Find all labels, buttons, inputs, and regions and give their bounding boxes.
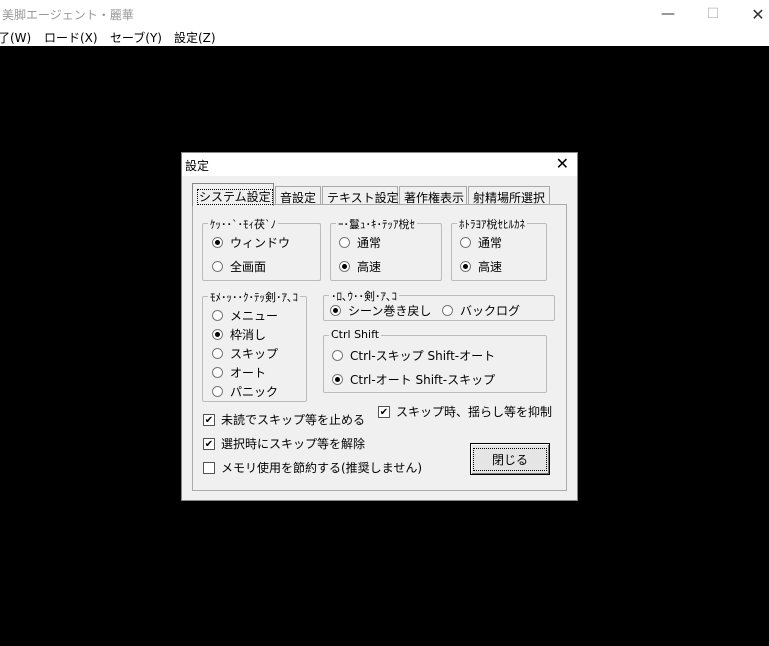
- group-speed-2-label: ﾎﾄﾗﾖｱ梲ｾﾋﾙｶﾈ: [457, 216, 527, 232]
- radio-indicator: [332, 350, 343, 361]
- radio-indicator: [212, 329, 223, 340]
- radio-backlog[interactable]: バックログ: [442, 302, 520, 319]
- dialog-title: 設定: [185, 159, 210, 173]
- radio-ctrl-skip-shift-auto[interactable]: Ctrl-スキップ Shift-オート: [332, 347, 495, 364]
- group-speed-2: ﾎﾄﾗﾖｱ梲ｾﾋﾙｶﾈ 通常 高速: [451, 216, 547, 281]
- checkbox-box: ✔: [203, 437, 215, 450]
- radio-indicator: [212, 261, 223, 272]
- radio-skip[interactable]: スキップ: [212, 345, 278, 362]
- radio-indicator: [212, 237, 223, 248]
- radio-indicator: [442, 305, 453, 316]
- group-ctrl-shift: Ctrl Shift Ctrl-スキップ Shift-オート Ctrl-オート …: [323, 328, 547, 393]
- menu-load[interactable]: ロード(X): [44, 29, 98, 46]
- check-cancel-on-choice[interactable]: ✔ 選択時にスキップ等を解除: [203, 435, 365, 452]
- radio-indicator: [212, 348, 223, 359]
- radio-ctrl-auto-shift-skip[interactable]: Ctrl-オート Shift-スキップ: [332, 371, 495, 388]
- radio-hide-frame[interactable]: 枠消し: [212, 326, 266, 343]
- window-titlebar: 美脚エージェント・麗華 — ☐ ✕: [0, 0, 769, 28]
- radio-speed2-normal[interactable]: 通常: [460, 234, 502, 251]
- window-title: 美脚エージェント・麗華: [2, 8, 134, 22]
- group-display-label: ｹｯ･･`･ﾓｨ茯`ﾉ: [208, 216, 278, 232]
- tab-text[interactable]: テキスト設定: [322, 186, 399, 205]
- radio-window[interactable]: ウィンドウ: [212, 234, 290, 251]
- group-right-click-label: ﾓﾒ･ｯ･･ｸ･ﾃｯ剣･ｱ､ｺ: [208, 289, 300, 305]
- radio-scene-rewind[interactable]: シーン巻き戻し: [330, 302, 431, 319]
- menu-save[interactable]: セーブ(Y): [110, 29, 162, 46]
- tab-ejaculation-place[interactable]: 射精場所選択: [468, 186, 550, 205]
- dialog-close-icon[interactable]: ✕: [556, 154, 569, 173]
- radio-indicator: [212, 367, 223, 378]
- radio-indicator: [330, 305, 341, 316]
- radio-indicator: [339, 237, 350, 248]
- menu-window[interactable]: 了(W): [0, 29, 31, 46]
- menu-bar: 了(W) ロード(X) セーブ(Y) 設定(Z): [0, 28, 769, 46]
- checkbox-box: [203, 461, 215, 474]
- menu-settings[interactable]: 設定(Z): [174, 29, 216, 46]
- group-display: ｹｯ･･`･ﾓｨ茯`ﾉ ウィンドウ 全画面: [202, 216, 321, 281]
- settings-dialog: 設定 ✕ システム設定 音設定 テキスト設定 著作権表示 射精場所選択 ｹｯ･･…: [181, 152, 578, 501]
- check-stop-at-unread[interactable]: ✔ 未読でスキップ等を止める: [203, 411, 365, 428]
- radio-fullscreen[interactable]: 全画面: [212, 258, 266, 275]
- tab-system[interactable]: システム設定: [192, 183, 274, 206]
- group-ctrl-shift-label: Ctrl Shift: [329, 328, 382, 341]
- radio-speed2-fast[interactable]: 高速: [460, 258, 502, 275]
- radio-indicator: [460, 261, 471, 272]
- window-close-button[interactable]: ✕: [735, 0, 769, 28]
- radio-indicator: [332, 374, 343, 385]
- radio-panic[interactable]: パニック: [212, 383, 278, 400]
- dialog-titlebar: 設定 ✕: [182, 153, 577, 176]
- radio-auto[interactable]: オート: [212, 364, 266, 381]
- radio-indicator: [339, 261, 350, 272]
- minimize-button[interactable]: —: [645, 0, 691, 28]
- radio-speed1-normal[interactable]: 通常: [339, 234, 381, 251]
- radio-indicator: [460, 237, 471, 248]
- radio-indicator: [212, 386, 223, 397]
- radio-speed1-fast[interactable]: 高速: [339, 258, 381, 275]
- maximize-button[interactable]: ☐: [690, 0, 736, 28]
- group-speed-1: ｰ･鬘ｭ･ｷ･ﾃｯｱ梲ｾ 通常 高速: [330, 216, 442, 281]
- tab-sound[interactable]: 音設定: [275, 186, 321, 205]
- group-right-click: ﾓﾒ･ｯ･･ｸ･ﾃｯ剣･ｱ､ｺ メニュー 枠消し スキップ オート パニック: [202, 289, 307, 402]
- check-suppress-shake[interactable]: ✔ スキップ時、揺らし等を抑制: [378, 403, 552, 420]
- group-wheel: ･ﾛ､ｳ･･剣･ｱ､ｺ シーン巻き戻し バックログ: [323, 288, 555, 321]
- group-speed-1-label: ｰ･鬘ｭ･ｷ･ﾃｯｱ梲ｾ: [336, 216, 417, 232]
- checkbox-box: ✔: [378, 405, 390, 418]
- radio-indicator: [212, 310, 223, 321]
- radio-menu[interactable]: メニュー: [212, 307, 278, 324]
- check-save-memory[interactable]: メモリ使用を節約する(推奨しません): [203, 459, 422, 476]
- close-button[interactable]: 閉じる: [470, 443, 550, 475]
- tab-copyright[interactable]: 著作権表示: [399, 186, 467, 205]
- checkbox-box: ✔: [203, 413, 215, 426]
